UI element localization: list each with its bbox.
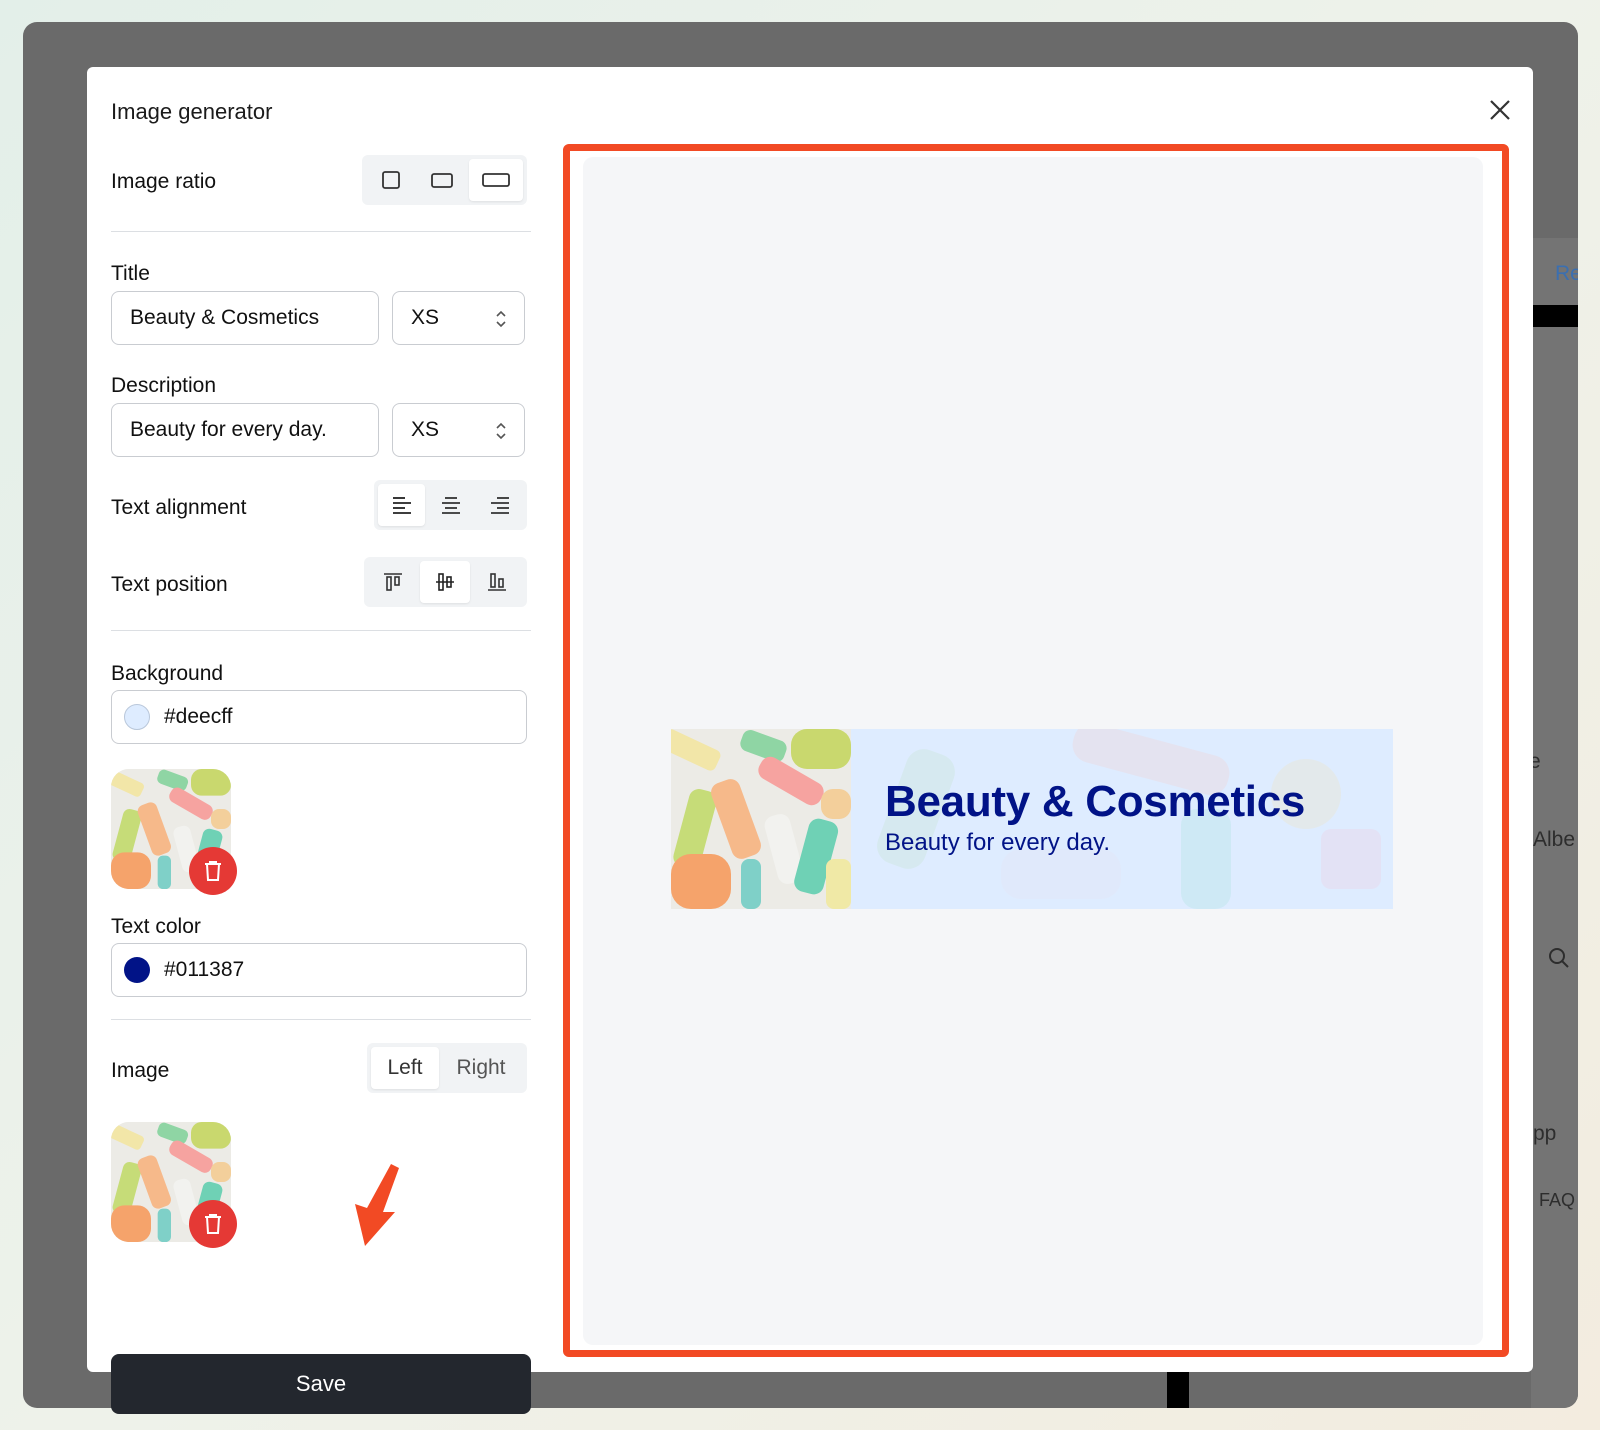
description-size-value: XS [411, 418, 440, 441]
background-text-pp: pp [1533, 1122, 1557, 1145]
text-color-label: Text color [111, 915, 201, 938]
image-side-selector: Left Right [367, 1043, 527, 1093]
background-text-faq: FAQ [1539, 1190, 1576, 1210]
chevron-up-down-icon [496, 310, 506, 328]
description-input[interactable]: Beauty for every day. [111, 403, 379, 457]
image-generator-modal: Image generator Image ratio Title Beauty… [87, 67, 1533, 1414]
background-black-bar-bottom [1167, 1372, 1189, 1408]
background-color-input[interactable]: #deecff [111, 690, 527, 744]
align-middle-icon [436, 573, 454, 591]
remove-image-button[interactable] [189, 1200, 237, 1248]
banner-image [671, 729, 851, 909]
background-text-re: Re [1555, 262, 1578, 285]
remove-background-image-button[interactable] [189, 847, 237, 895]
title-input-value: Beauty & Cosmetics [130, 306, 320, 329]
close-button[interactable] [1485, 95, 1515, 125]
image-right-button[interactable]: Right [441, 1047, 521, 1089]
preview-canvas: Beauty & Cosmetics Beauty for every day. [583, 157, 1483, 1345]
title-input[interactable]: Beauty & Cosmetics [111, 291, 379, 345]
align-right-icon [490, 497, 509, 514]
divider [111, 630, 531, 631]
image-ratio-selector [362, 155, 527, 205]
align-right-button[interactable] [476, 484, 523, 526]
description-input-value: Beauty for every day. [130, 418, 327, 441]
divider [111, 231, 531, 232]
align-center-button[interactable] [427, 484, 474, 526]
wide-ratio-icon [481, 173, 510, 187]
title-size-value: XS [411, 306, 440, 329]
background-black-bar [1531, 305, 1578, 327]
title-size-select[interactable]: XS [392, 291, 525, 345]
text-color-swatch[interactable] [124, 957, 150, 983]
close-icon [1490, 100, 1510, 120]
modal-title: Image generator [111, 99, 273, 124]
ratio-wide-button[interactable] [468, 159, 524, 201]
description-size-select[interactable]: XS [392, 403, 525, 457]
image-left-button[interactable]: Left [371, 1047, 439, 1089]
landscape-ratio-icon [431, 173, 453, 188]
text-color-value: #011387 [164, 958, 245, 981]
text-alignment-label: Text alignment [111, 496, 247, 519]
text-position-selector [364, 557, 527, 607]
chevron-up-down-icon [496, 422, 506, 440]
align-bottom-icon [488, 573, 506, 591]
ratio-landscape-button[interactable] [417, 159, 466, 201]
preview-description: Beauty for every day. [885, 829, 1110, 856]
preview-banner: Beauty & Cosmetics Beauty for every day. [671, 729, 1393, 909]
background-label: Background [111, 662, 224, 685]
background-text-albe: Albe [1533, 828, 1576, 851]
align-left-button[interactable] [378, 484, 425, 526]
text-color-input[interactable]: #011387 [111, 943, 527, 997]
position-middle-button[interactable] [420, 561, 470, 603]
align-center-icon [441, 497, 460, 514]
divider [111, 1019, 531, 1020]
background-color-value: #deecff [164, 705, 233, 728]
save-button[interactable]: Save [111, 1354, 531, 1414]
trash-icon [205, 1214, 221, 1234]
background-search-icon [1547, 946, 1571, 976]
background-color-swatch[interactable] [124, 704, 150, 730]
text-position-label: Text position [111, 573, 228, 596]
preview-title: Beauty & Cosmetics [885, 777, 1306, 826]
align-top-icon [384, 573, 402, 591]
description-label: Description [111, 374, 217, 397]
image-label: Image [111, 1059, 170, 1082]
text-alignment-selector [374, 480, 527, 530]
position-top-button[interactable] [368, 561, 418, 603]
image-ratio-label: Image ratio [111, 170, 217, 193]
title-label: Title [111, 262, 150, 285]
position-bottom-button[interactable] [472, 561, 522, 603]
align-left-icon [392, 497, 411, 514]
ratio-square-button[interactable] [366, 159, 415, 201]
trash-icon [205, 861, 221, 881]
square-ratio-icon [381, 171, 400, 189]
background-panel [1531, 238, 1578, 1408]
annotation-arrow-icon [355, 1164, 399, 1246]
